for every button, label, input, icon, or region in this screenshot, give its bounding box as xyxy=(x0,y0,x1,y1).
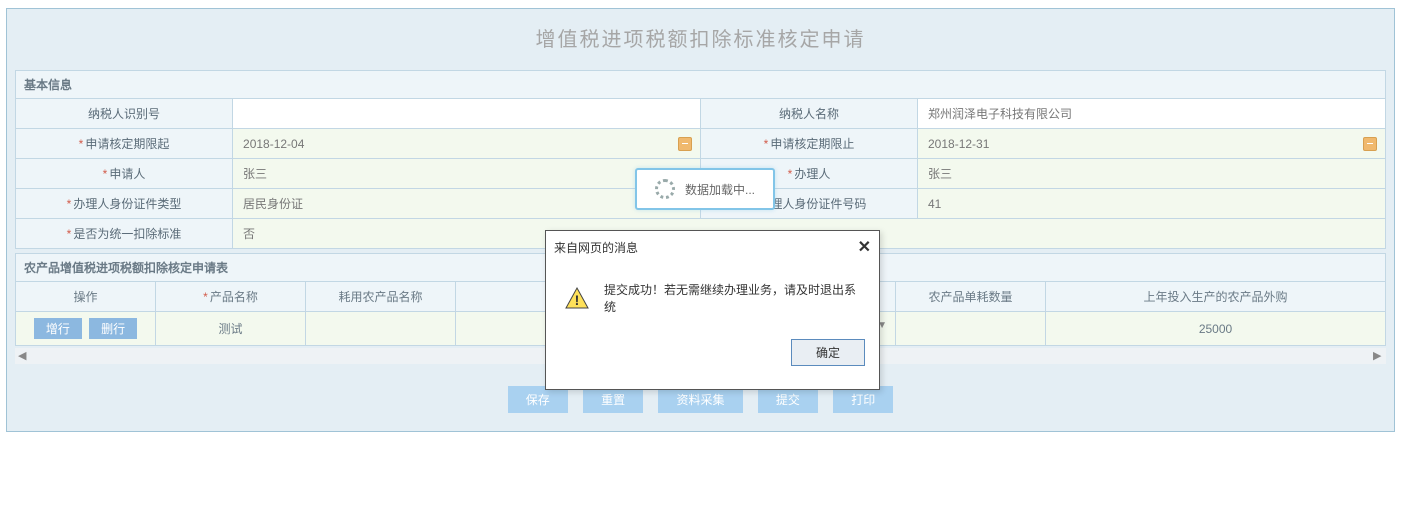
calendar-icon[interactable] xyxy=(678,137,692,151)
delete-row-button[interactable]: 删行 xyxy=(89,318,137,339)
svg-text:!: ! xyxy=(575,292,580,308)
dialog-body: ! 提交成功！若无需继续办理业务，请及时退出系统 xyxy=(546,263,879,325)
basic-info-table: 基本信息 纳税人识别号 纳税人名称 郑州润泽电子科技有限公司 *申请核定期限起 … xyxy=(15,70,1386,249)
warning-icon: ! xyxy=(564,286,590,310)
value-period-start[interactable]: 2018-12-04 xyxy=(233,129,701,159)
ok-button[interactable]: 确定 xyxy=(791,339,865,366)
submit-button[interactable]: 提交 xyxy=(758,386,818,413)
label-unified: *是否为统一扣除标准 xyxy=(16,219,233,249)
dialog-title-text: 来自网页的消息 xyxy=(554,239,638,256)
cell-consumed-name[interactable] xyxy=(306,312,456,346)
add-row-button[interactable]: 增行 xyxy=(34,318,82,339)
label-period-end: *申请核定期限止 xyxy=(700,129,917,159)
th-op: 操作 xyxy=(16,282,156,312)
scroll-right-icon[interactable]: ▶ xyxy=(1373,351,1383,361)
table-row: 纳税人识别号 纳税人名称 郑州润泽电子科技有限公司 xyxy=(16,99,1386,129)
dialog-message: 提交成功！若无需继续办理业务，请及时退出系统 xyxy=(604,281,861,315)
label-taxpayer-id: 纳税人识别号 xyxy=(16,99,233,129)
value-handler-id-no[interactable]: 41 xyxy=(918,189,1386,219)
value-applicant[interactable]: 张三 xyxy=(233,159,701,189)
dialog-titlebar: 来自网页的消息 ✕ xyxy=(546,231,879,263)
scroll-left-icon[interactable]: ◀ xyxy=(18,351,28,361)
cell-product-name[interactable]: 测试 xyxy=(156,312,306,346)
reset-button[interactable]: 重置 xyxy=(583,386,643,413)
label-applicant: *申请人 xyxy=(16,159,233,189)
cell-op: 增行 删行 xyxy=(16,312,156,346)
th-consumed-name: 耗用农产品名称 xyxy=(306,282,456,312)
message-dialog: 来自网页的消息 ✕ ! 提交成功！若无需继续办理业务，请及时退出系统 确定 xyxy=(545,230,880,390)
dialog-footer: 确定 xyxy=(546,325,879,376)
label-period-start: *申请核定期限起 xyxy=(16,129,233,159)
collect-button[interactable]: 资料采集 xyxy=(658,386,742,413)
th-unit-qty: 农产品单耗数量 xyxy=(896,282,1046,312)
th-last-year-buy: 上年投入生产的农产品外购 xyxy=(1046,282,1386,312)
value-taxpayer-id xyxy=(233,99,701,129)
spinner-icon xyxy=(655,179,675,199)
cell-last-year-buy[interactable]: 25000 xyxy=(1046,312,1386,346)
close-icon[interactable]: ✕ xyxy=(858,237,871,257)
loading-text: 数据加载中... xyxy=(685,181,755,198)
print-button[interactable]: 打印 xyxy=(833,386,893,413)
page-title: 增值税进项税额扣除标准核定申请 xyxy=(7,9,1394,70)
label-taxpayer-name: 纳税人名称 xyxy=(700,99,917,129)
value-period-end[interactable]: 2018-12-31 xyxy=(918,129,1386,159)
cell-unit-qty[interactable] xyxy=(896,312,1046,346)
basic-section-title: 基本信息 xyxy=(16,71,1386,99)
save-button[interactable]: 保存 xyxy=(508,386,568,413)
th-product-name: *产品名称 xyxy=(156,282,306,312)
table-row: *申请核定期限起 2018-12-04 *申请核定期限止 2018-12-31 xyxy=(16,129,1386,159)
value-handler[interactable]: 张三 xyxy=(918,159,1386,189)
loading-toast: 数据加载中... xyxy=(635,168,775,210)
value-taxpayer-name: 郑州润泽电子科技有限公司 xyxy=(918,99,1386,129)
basic-section-header: 基本信息 xyxy=(16,71,1386,99)
value-handler-id-type[interactable]: 居民身份证 xyxy=(233,189,701,219)
calendar-icon[interactable] xyxy=(1363,137,1377,151)
label-handler-id-type: *办理人身份证件类型 xyxy=(16,189,233,219)
